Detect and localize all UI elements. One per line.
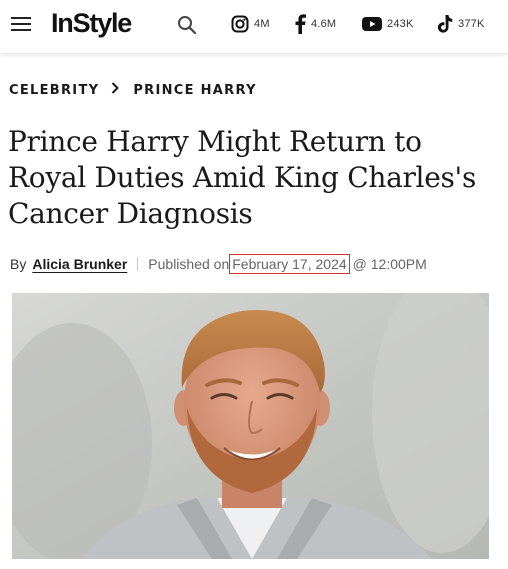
article-title: Prince Harry Might Return to Royal Dutie… bbox=[8, 125, 477, 230]
chevron-right-icon bbox=[111, 82, 120, 98]
published-time: @ 12:00PM bbox=[352, 256, 427, 272]
site-logo[interactable]: InStyle bbox=[51, 7, 132, 39]
tiktok-icon bbox=[437, 15, 453, 33]
instagram-icon bbox=[231, 15, 249, 33]
article-byline: By Alicia Brunker Published on February … bbox=[10, 253, 427, 275]
youtube-icon bbox=[362, 17, 382, 31]
breadcrumb-celebrity[interactable]: CELEBRITY bbox=[9, 83, 99, 98]
tiktok-link[interactable]: 377K bbox=[437, 13, 485, 35]
search-icon[interactable] bbox=[176, 14, 198, 36]
published-label: Published on bbox=[148, 256, 230, 272]
tiktok-count: 377K bbox=[458, 18, 485, 30]
menu-icon[interactable] bbox=[11, 16, 31, 32]
breadcrumb-prince-harry[interactable]: PRINCE HARRY bbox=[133, 83, 256, 98]
facebook-count: 4.6M bbox=[311, 18, 337, 30]
instagram-count: 4M bbox=[254, 18, 270, 30]
facebook-icon bbox=[295, 14, 306, 34]
site-header: InStyle 4M 4.6M 243K 377K bbox=[0, 0, 508, 54]
byline-divider bbox=[137, 257, 139, 271]
facebook-link[interactable]: 4.6M bbox=[294, 13, 336, 35]
published-date: February 17, 2024 bbox=[229, 254, 350, 274]
breadcrumb: CELEBRITY PRINCE HARRY bbox=[9, 80, 257, 100]
author-link[interactable]: Alicia Brunker bbox=[32, 256, 127, 272]
youtube-count: 243K bbox=[387, 18, 414, 30]
instagram-link[interactable]: 4M bbox=[231, 13, 270, 35]
hero-image bbox=[12, 293, 489, 559]
byline-by-label: By bbox=[10, 256, 27, 272]
youtube-link[interactable]: 243K bbox=[362, 13, 414, 35]
